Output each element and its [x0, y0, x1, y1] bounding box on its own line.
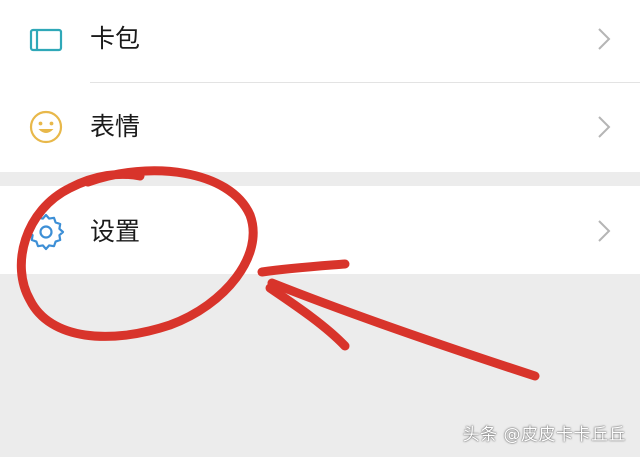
wallet-card-icon [29, 28, 63, 52]
menu-item-settings[interactable]: 设置 [0, 186, 640, 274]
smiley-face-icon [29, 110, 63, 144]
menu-group-top: 卡包 表情 [0, 0, 640, 172]
menu-item-label: 卡包 [90, 24, 141, 53]
chevron-right-icon [598, 28, 611, 50]
menu-group-bottom: 设置 [0, 186, 640, 274]
menu-item-wallet[interactable]: 卡包 [0, 0, 640, 86]
menu-item-label: 设置 [90, 217, 141, 246]
gear-icon [27, 213, 65, 251]
hand-drawn-arrow-shaft [267, 278, 540, 381]
row-divider [90, 82, 640, 83]
chevron-right-icon [598, 116, 611, 138]
menu-item-label: 表情 [90, 112, 141, 141]
chevron-right-icon [598, 220, 611, 242]
hand-drawn-arrow-head-lower [265, 283, 350, 351]
watermark-text: 头条 @皮皮卡卡丘丘 [462, 425, 626, 445]
settings-menu-screen: 卡包 表情 设置 头条 @皮皮卡卡丘丘 [0, 0, 640, 457]
menu-item-stickers[interactable]: 表情 [0, 86, 640, 172]
